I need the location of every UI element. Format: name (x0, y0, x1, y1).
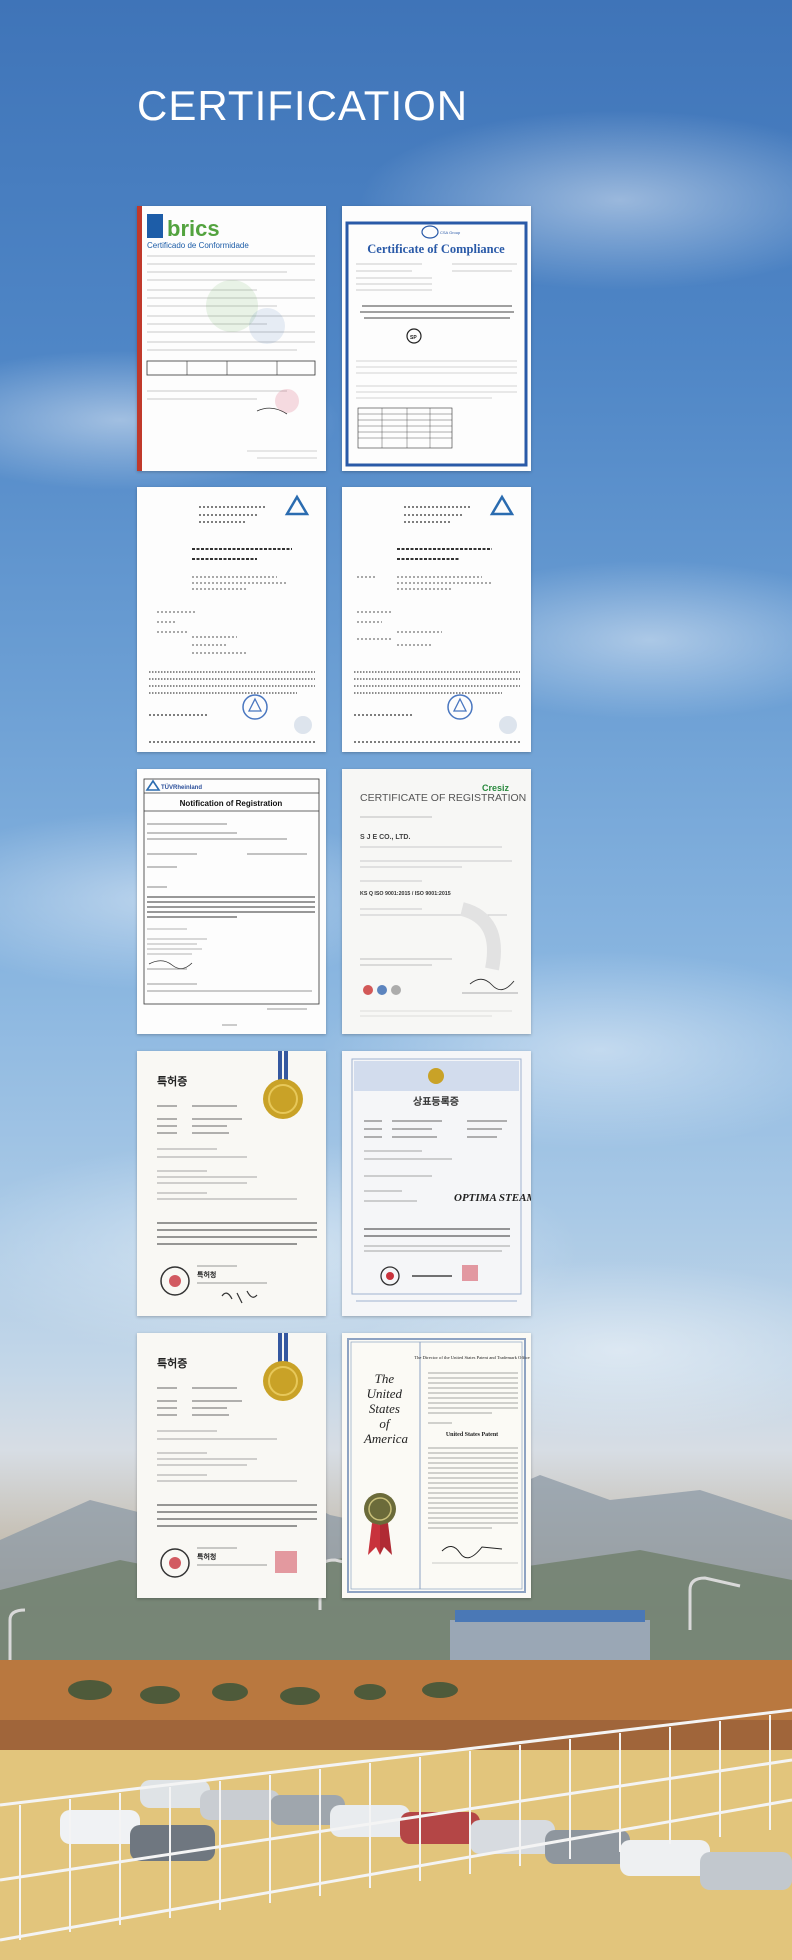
us-heading-1: The (375, 1371, 395, 1386)
brics-logo: brics (167, 216, 220, 241)
certificate-trademark-kr[interactable]: 상표등록증 OPTIMA STEAMER (342, 1051, 531, 1316)
patent-heading: 특허증 (157, 1356, 187, 1370)
csa-logo: CSA Group (440, 230, 461, 235)
us-heading-5: America (363, 1431, 409, 1446)
sje-standard: KS Q ISO 9001:2015 / ISO 9001:2015 (360, 891, 451, 897)
tuv-logo: TÜVRheinland (161, 784, 202, 791)
svg-text:CERTIFICATE OF REGISTRATION: CERTIFICATE OF REGISTRATION (360, 792, 526, 804)
us-patent-title: United States Patent (446, 1432, 498, 1438)
us-heading-2: United (367, 1386, 403, 1401)
certificate-test-b[interactable] (342, 487, 531, 752)
svg-text:SP: SP (410, 335, 417, 341)
cresiz-logo: Cresiz (482, 783, 510, 793)
patent-heading: 특허증 (157, 1074, 187, 1088)
certificate-patent-kr-2[interactable]: 특허증 특허청 (137, 1333, 326, 1598)
patent-office: 특허청 (197, 1270, 216, 1279)
sje-company: S J E CO., LTD. (360, 834, 410, 841)
csa-heading: Certificate of Compliance (367, 242, 505, 256)
certificate-csa[interactable]: CSA Group Certificate of Compliance SP (342, 206, 531, 471)
certificate-tuv-notification[interactable]: TÜVRheinland Notification of Registratio… (137, 769, 326, 1034)
certificate-us-patent[interactable]: The United States of America The Directo… (342, 1333, 531, 1598)
us-subheading: The Director of the United States Patent… (414, 1355, 529, 1360)
sje-heading-line: CERTIFICATE OF REGISTRATION (360, 792, 526, 804)
page-title: CERTIFICATION (137, 82, 469, 129)
patent-office: 특허청 (197, 1552, 216, 1561)
trademark-mark: OPTIMA STEAMER (454, 1192, 531, 1204)
tuv-heading: Notification of Registration (180, 799, 283, 808)
trademark-heading: 상표등록증 (413, 1095, 459, 1108)
certificate-test-a[interactable] (137, 487, 326, 752)
certificate-patent-kr-1[interactable]: 특허증 특허청 (137, 1051, 326, 1316)
brics-heading: Certificado de Conformidade (147, 241, 249, 250)
certificate-sje-registration[interactable]: CERTIFICATE OF REGISTRATION Cresiz S J E… (342, 769, 531, 1034)
us-heading-3: States (369, 1401, 400, 1416)
us-heading-4: of (379, 1416, 392, 1431)
certificate-brics[interactable]: brics Certificado de Conformidade (137, 206, 326, 471)
